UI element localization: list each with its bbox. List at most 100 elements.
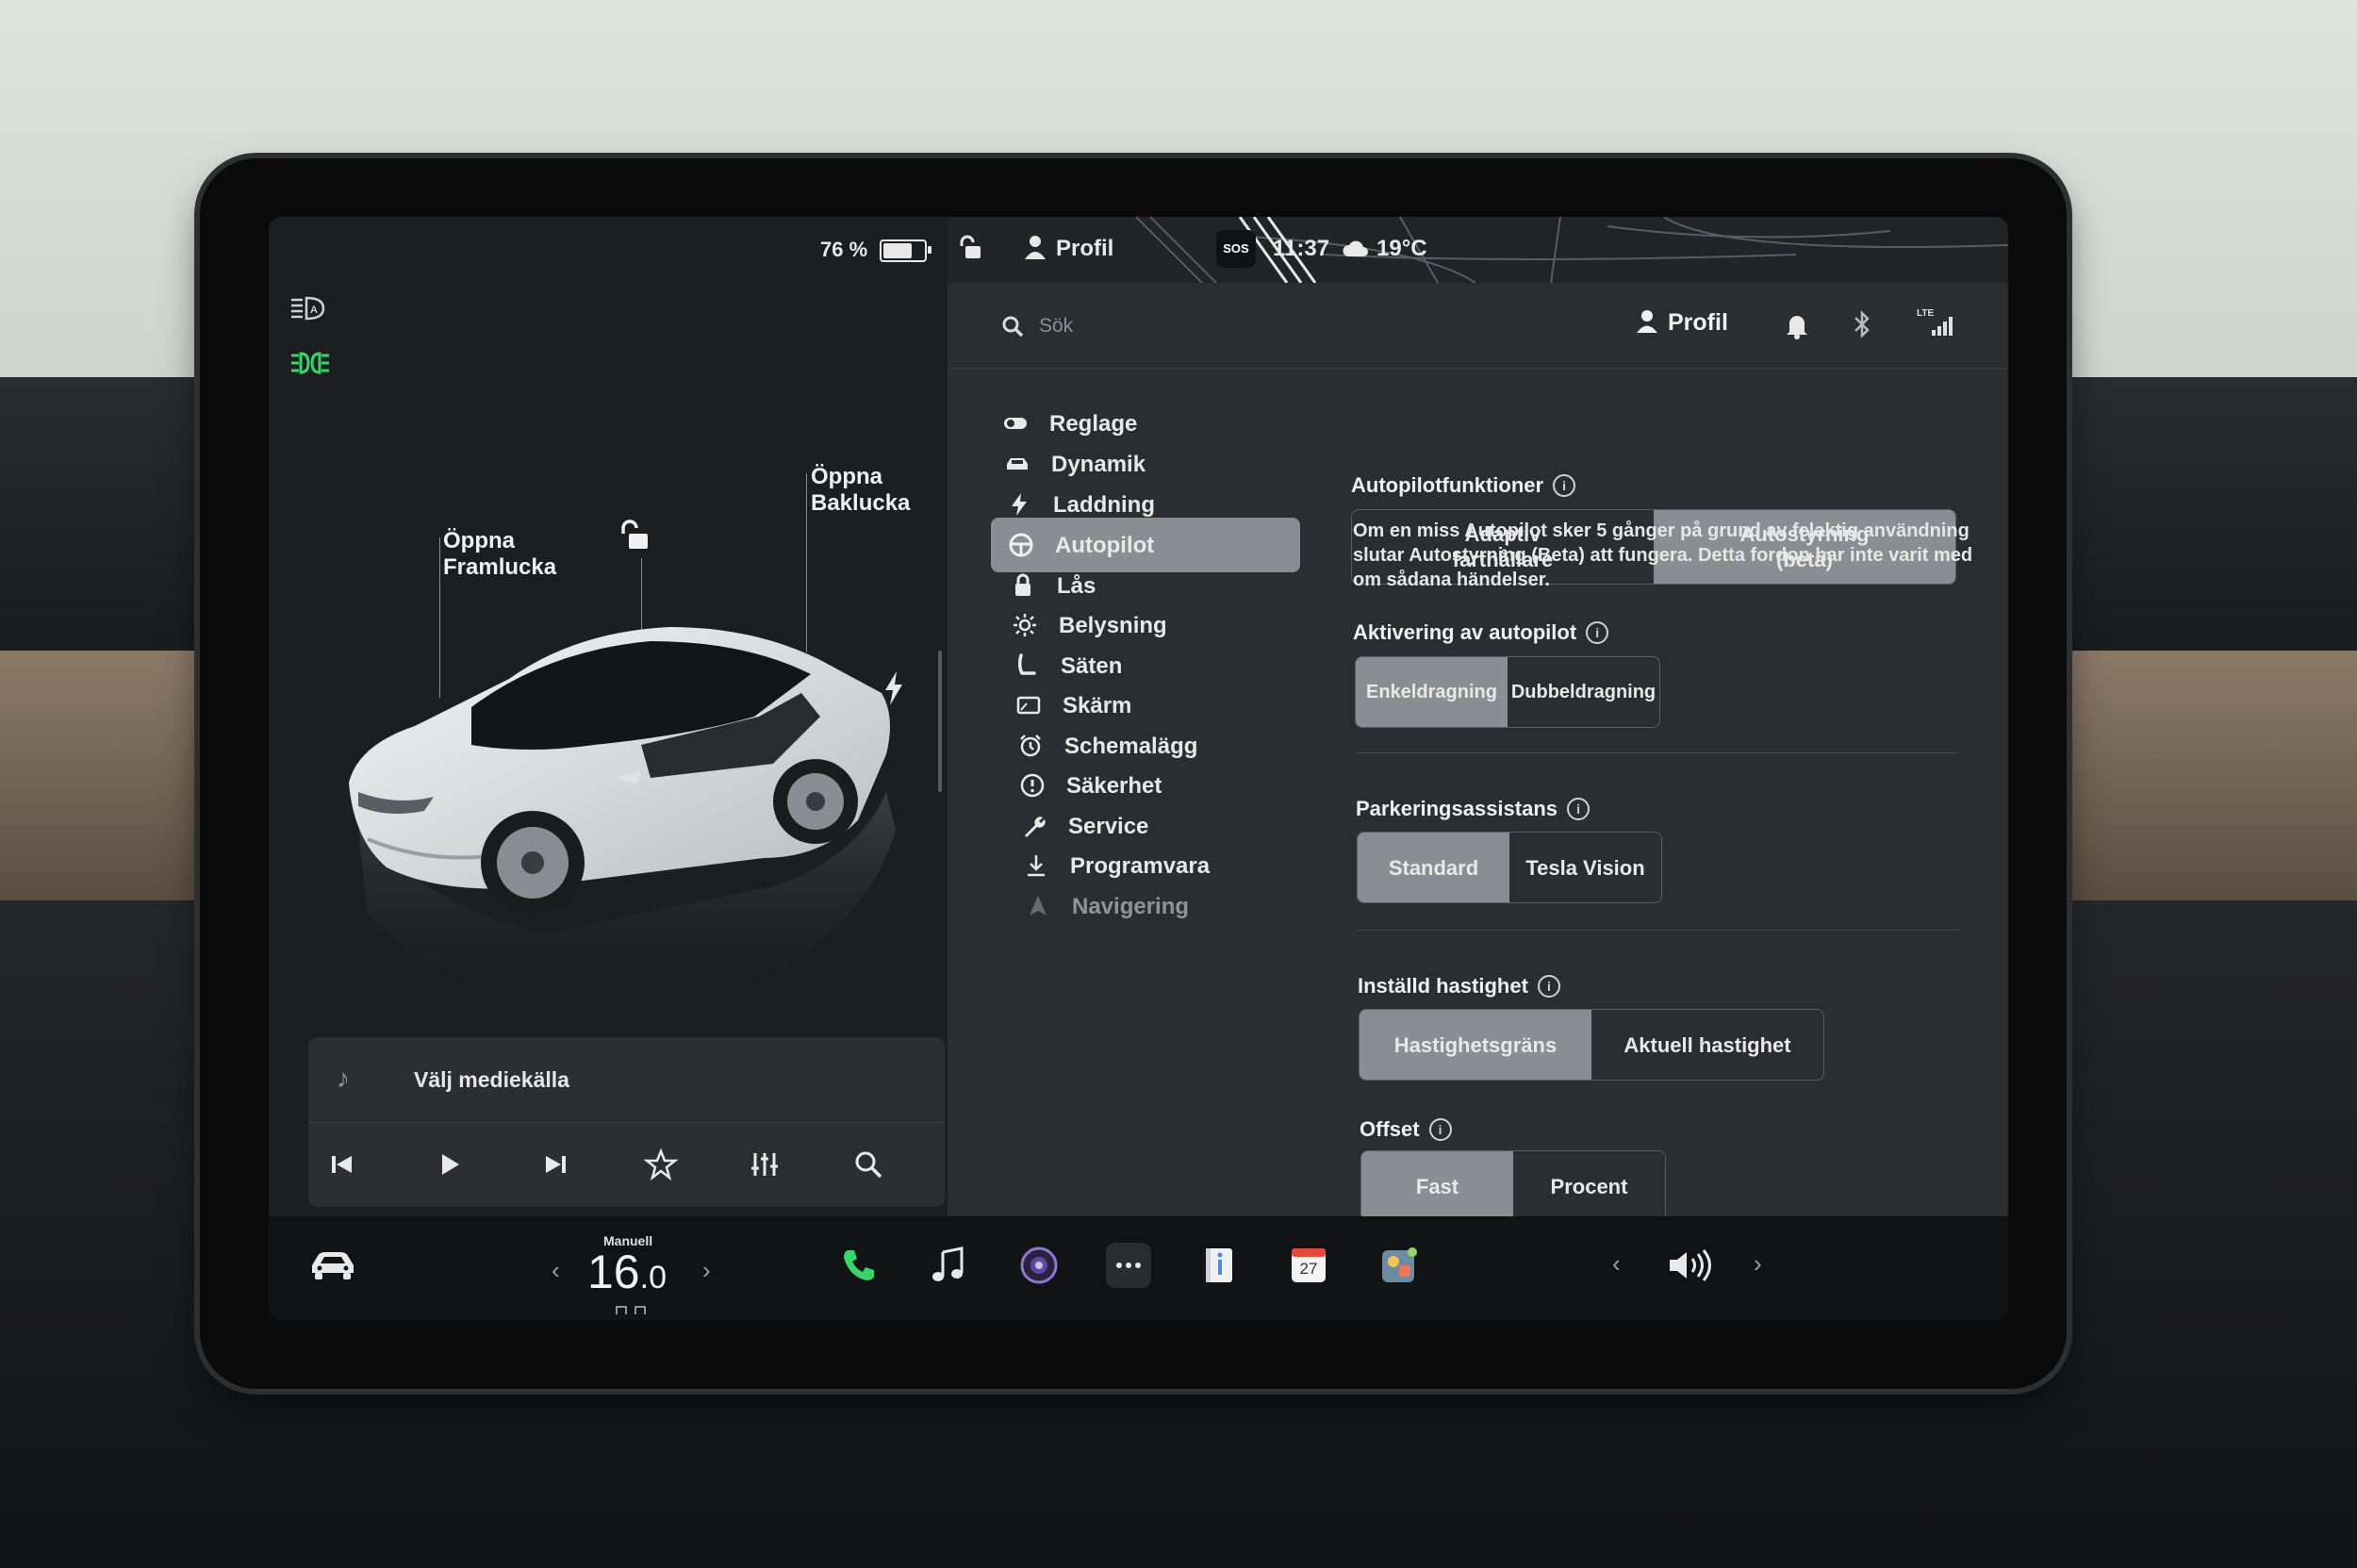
option-standard[interactable]: Standard [1358,833,1509,902]
notification-bell-icon[interactable] [1785,311,1809,339]
light-icon [1012,612,1038,638]
info-icon[interactable]: i [1537,975,1560,998]
nav-item-label: Navigering [1072,894,1190,919]
nav-item-label: Reglage [1049,411,1138,437]
nav-item-label: Autopilot [1055,533,1155,558]
clock-time: 11:37 [1273,236,1330,261]
seat-icon [1014,652,1040,679]
car-controls-icon[interactable] [306,1245,359,1286]
info-icon[interactable]: i [1586,621,1609,644]
nav-item-label: Laddning [1053,492,1155,518]
info-icon[interactable]: i [1553,474,1576,497]
svg-text:LTE: LTE [1917,308,1934,319]
outside-temperature: 19°C [1376,236,1427,261]
music-icon[interactable] [926,1243,971,1288]
nav-item-navigering[interactable]: Navigering [1008,879,1317,933]
nav-item-label: Lås [1057,573,1096,599]
settings-search-input[interactable] [1037,309,1324,343]
offset-selector: Fast Procent [1360,1150,1666,1221]
option-percent[interactable]: Procent [1513,1151,1665,1221]
volume-icon[interactable] [1664,1245,1715,1286]
nav-item-label: Programvara [1070,853,1211,879]
toggle-icon [1002,410,1029,437]
car-model-image [349,627,896,1010]
search-icon [999,313,1026,339]
music-note-icon: ♪ [337,1064,350,1093]
settings-topbar: Profil LTE [948,283,2008,369]
offset-title: Offset i [1360,1117,1452,1142]
section-divider [1355,752,1958,753]
temp-down-arrow[interactable]: ‹ [552,1256,560,1285]
bolt-icon [1006,491,1032,518]
seat-heater-icon[interactable] [614,1303,651,1319]
more-apps-icon[interactable] [1106,1243,1151,1288]
volume-up-arrow[interactable]: › [1754,1249,1762,1279]
alert-icon [1019,772,1046,799]
bluetooth-icon[interactable] [1853,309,1871,339]
download-icon [1023,852,1049,879]
nav-item-label: Schemalägg [1064,734,1198,759]
sos-badge[interactable]: SOS [1216,230,1256,268]
autopilot-activation-title: Aktivering av autopilot i [1353,620,1609,645]
touchscreen: 76 % A Öppna Framlucka Öppna Baklucka ♪ … [269,217,2008,1320]
wrench-icon [1021,813,1047,839]
media-source-selector[interactable]: ♪ Välj mediekälla [308,1037,945,1123]
autopilot-features-title: Autopilotfunktioner i [1351,473,1576,498]
option-fixed[interactable]: Fast [1361,1151,1513,1221]
nav-item-label: Säten [1061,653,1123,679]
unlock-icon[interactable] [618,517,655,554]
option-current-speed[interactable]: Aktuell hastighet [1591,1010,1823,1080]
profile-status-label[interactable]: Profil [1056,236,1113,262]
parking-lights-icon[interactable] [289,349,331,377]
nav-item-label: Belysning [1059,613,1167,638]
option-single-pull[interactable]: Enkeldragning [1356,657,1508,727]
favorite-star-icon[interactable] [640,1144,682,1185]
profile-button[interactable]: Profil [1636,309,1728,337]
autopilot-strike-description: Om en miss Autopilot sker 5 gånger på gr… [1353,520,1973,590]
set-speed-selector: Hastighetsgräns Aktuell hastighet [1359,1009,1824,1081]
auto-headlight-icon[interactable]: A [289,294,327,322]
manual-info-icon[interactable] [1196,1243,1242,1288]
calendar-icon[interactable]: 27 [1286,1243,1331,1288]
navigation-icon [1025,893,1051,919]
option-tesla-vision[interactable]: Tesla Vision [1509,833,1661,902]
set-speed-title: Inställd hastighet i [1358,974,1560,999]
temp-up-arrow[interactable]: › [702,1256,711,1285]
previous-track-icon[interactable] [321,1144,363,1185]
nav-item-label: Skärm [1063,693,1132,718]
camera-icon[interactable] [1016,1243,1062,1288]
svg-text:A: A [310,305,318,316]
nav-item-label: Service [1068,814,1149,839]
toybox-icon[interactable] [1376,1243,1422,1288]
nav-item-label: Dynamik [1051,452,1146,477]
media-source-label: Välj mediekälla [414,1067,569,1092]
car-icon [1004,451,1030,477]
cabin-temperature[interactable]: 16.0 [587,1245,667,1299]
media-controls [308,1127,945,1202]
open-trunk-button[interactable]: Öppna Baklucka [811,464,910,517]
phone-icon[interactable] [836,1243,882,1288]
next-track-icon[interactable] [535,1144,576,1185]
option-speed-limit[interactable]: Hastighetsgräns [1360,1010,1591,1080]
autopilot-activation-selector: Enkeldragning Dubbeldragning [1355,656,1660,728]
info-icon[interactable]: i [1428,1118,1452,1141]
section-divider [1357,930,1960,931]
steering-wheel-icon [1008,532,1034,558]
open-frunk-button[interactable]: Öppna Framlucka [443,528,556,581]
alarm-clock-icon [1017,733,1044,759]
play-icon[interactable] [429,1144,470,1185]
panel-scrollbar[interactable] [938,651,942,792]
volume-down-arrow[interactable]: ‹ [1612,1249,1621,1279]
equalizer-icon[interactable] [744,1144,785,1185]
car-panel: 76 % A Öppna Framlucka Öppna Baklucka ♪ … [269,217,948,1216]
profile-button-label: Profil [1668,309,1728,336]
lte-signal-icon: LTE [1917,305,1956,339]
nav-item-label: Säkerhet [1066,773,1162,799]
settings-panel: Profil SOS 11:37 19°C Profil LTE [948,217,2008,1221]
option-double-pull[interactable]: Dubbeldragning [1508,657,1659,727]
calendar-day: 27 [1299,1260,1318,1278]
media-player: ♪ Välj mediekälla [308,1037,945,1207]
parking-assist-title: Parkeringsassistans i [1356,797,1591,821]
media-search-icon[interactable] [848,1144,889,1185]
info-icon[interactable]: i [1567,798,1591,820]
